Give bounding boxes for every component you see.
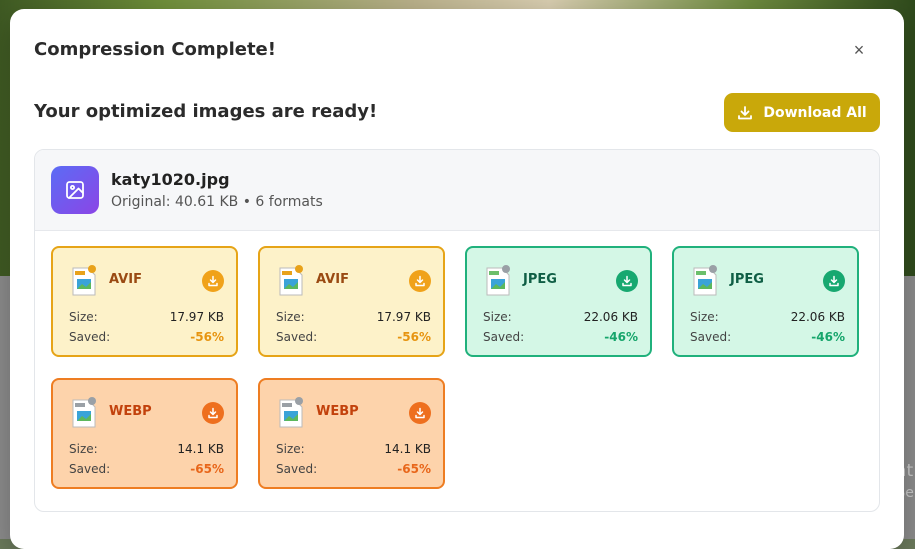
format-download-button[interactable] bbox=[409, 270, 431, 292]
compression-complete-modal: Compression Complete! × Your optimized i… bbox=[10, 9, 904, 549]
image-file-icon bbox=[279, 265, 303, 296]
download-all-button[interactable]: Download All bbox=[724, 93, 880, 132]
download-icon bbox=[415, 275, 425, 287]
format-download-button[interactable] bbox=[616, 270, 638, 292]
format-card-avif: AVIF Size: 17.97 KB Saved: -56% bbox=[258, 246, 445, 357]
format-card-webp: WEBP Size: 14.1 KB Saved: -65% bbox=[258, 378, 445, 489]
format-card-webp: WEBP Size: 14.1 KB Saved: -65% bbox=[51, 378, 238, 489]
download-icon bbox=[415, 407, 425, 419]
size-value: 14.1 KB bbox=[384, 442, 431, 456]
download-icon bbox=[829, 275, 839, 287]
format-download-button[interactable] bbox=[202, 270, 224, 292]
saved-value: -65% bbox=[190, 462, 224, 476]
size-value: 17.97 KB bbox=[169, 310, 224, 324]
saved-label: Saved: bbox=[483, 330, 525, 344]
size-label: Size: bbox=[69, 310, 98, 324]
ready-heading: Your optimized images are ready! bbox=[34, 101, 378, 122]
image-file-icon bbox=[279, 397, 303, 428]
file-header: katy1020.jpg Original: 40.61 KB • 6 form… bbox=[35, 150, 879, 231]
saved-label: Saved: bbox=[69, 462, 111, 476]
download-all-label: Download All bbox=[763, 104, 867, 121]
saved-value: -46% bbox=[811, 330, 845, 344]
close-button[interactable]: × bbox=[848, 39, 870, 61]
size-value: 17.97 KB bbox=[376, 310, 431, 324]
file-name: katy1020.jpg bbox=[111, 170, 230, 189]
image-file-icon bbox=[72, 397, 96, 428]
file-result-card: katy1020.jpg Original: 40.61 KB • 6 form… bbox=[34, 149, 880, 512]
format-card-avif: AVIF Size: 17.97 KB Saved: -56% bbox=[51, 246, 238, 357]
download-icon bbox=[738, 105, 753, 119]
saved-value: -65% bbox=[397, 462, 431, 476]
saved-label: Saved: bbox=[690, 330, 732, 344]
download-icon bbox=[208, 275, 218, 287]
size-label: Size: bbox=[483, 310, 512, 324]
format-download-button[interactable] bbox=[409, 402, 431, 424]
saved-value: -46% bbox=[604, 330, 638, 344]
format-download-button[interactable] bbox=[202, 402, 224, 424]
saved-value: -56% bbox=[190, 330, 224, 344]
size-value: 14.1 KB bbox=[177, 442, 224, 456]
format-card-jpeg: JPEG Size: 22.06 KB Saved: -46% bbox=[465, 246, 652, 357]
size-value: 22.06 KB bbox=[583, 310, 638, 324]
format-download-button[interactable] bbox=[823, 270, 845, 292]
image-file-icon bbox=[486, 265, 510, 296]
saved-value: -56% bbox=[397, 330, 431, 344]
size-label: Size: bbox=[69, 442, 98, 456]
download-icon bbox=[208, 407, 218, 419]
saved-label: Saved: bbox=[276, 330, 318, 344]
saved-label: Saved: bbox=[69, 330, 111, 344]
modal-title: Compression Complete! bbox=[34, 39, 276, 60]
size-label: Size: bbox=[276, 442, 305, 456]
size-value: 22.06 KB bbox=[790, 310, 845, 324]
format-name: AVIF bbox=[316, 272, 349, 287]
saved-label: Saved: bbox=[276, 462, 318, 476]
file-meta: Original: 40.61 KB • 6 formats bbox=[111, 194, 323, 210]
image-icon bbox=[51, 166, 99, 214]
format-card-jpeg: JPEG Size: 22.06 KB Saved: -46% bbox=[672, 246, 859, 357]
size-label: Size: bbox=[276, 310, 305, 324]
format-name: JPEG bbox=[523, 272, 557, 287]
close-icon: × bbox=[853, 40, 865, 60]
download-icon bbox=[622, 275, 632, 287]
format-name: JPEG bbox=[730, 272, 764, 287]
format-name: AVIF bbox=[109, 272, 142, 287]
format-name: WEBP bbox=[316, 404, 359, 419]
size-label: Size: bbox=[690, 310, 719, 324]
format-name: WEBP bbox=[109, 404, 152, 419]
image-file-icon bbox=[693, 265, 717, 296]
image-file-icon bbox=[72, 265, 96, 296]
